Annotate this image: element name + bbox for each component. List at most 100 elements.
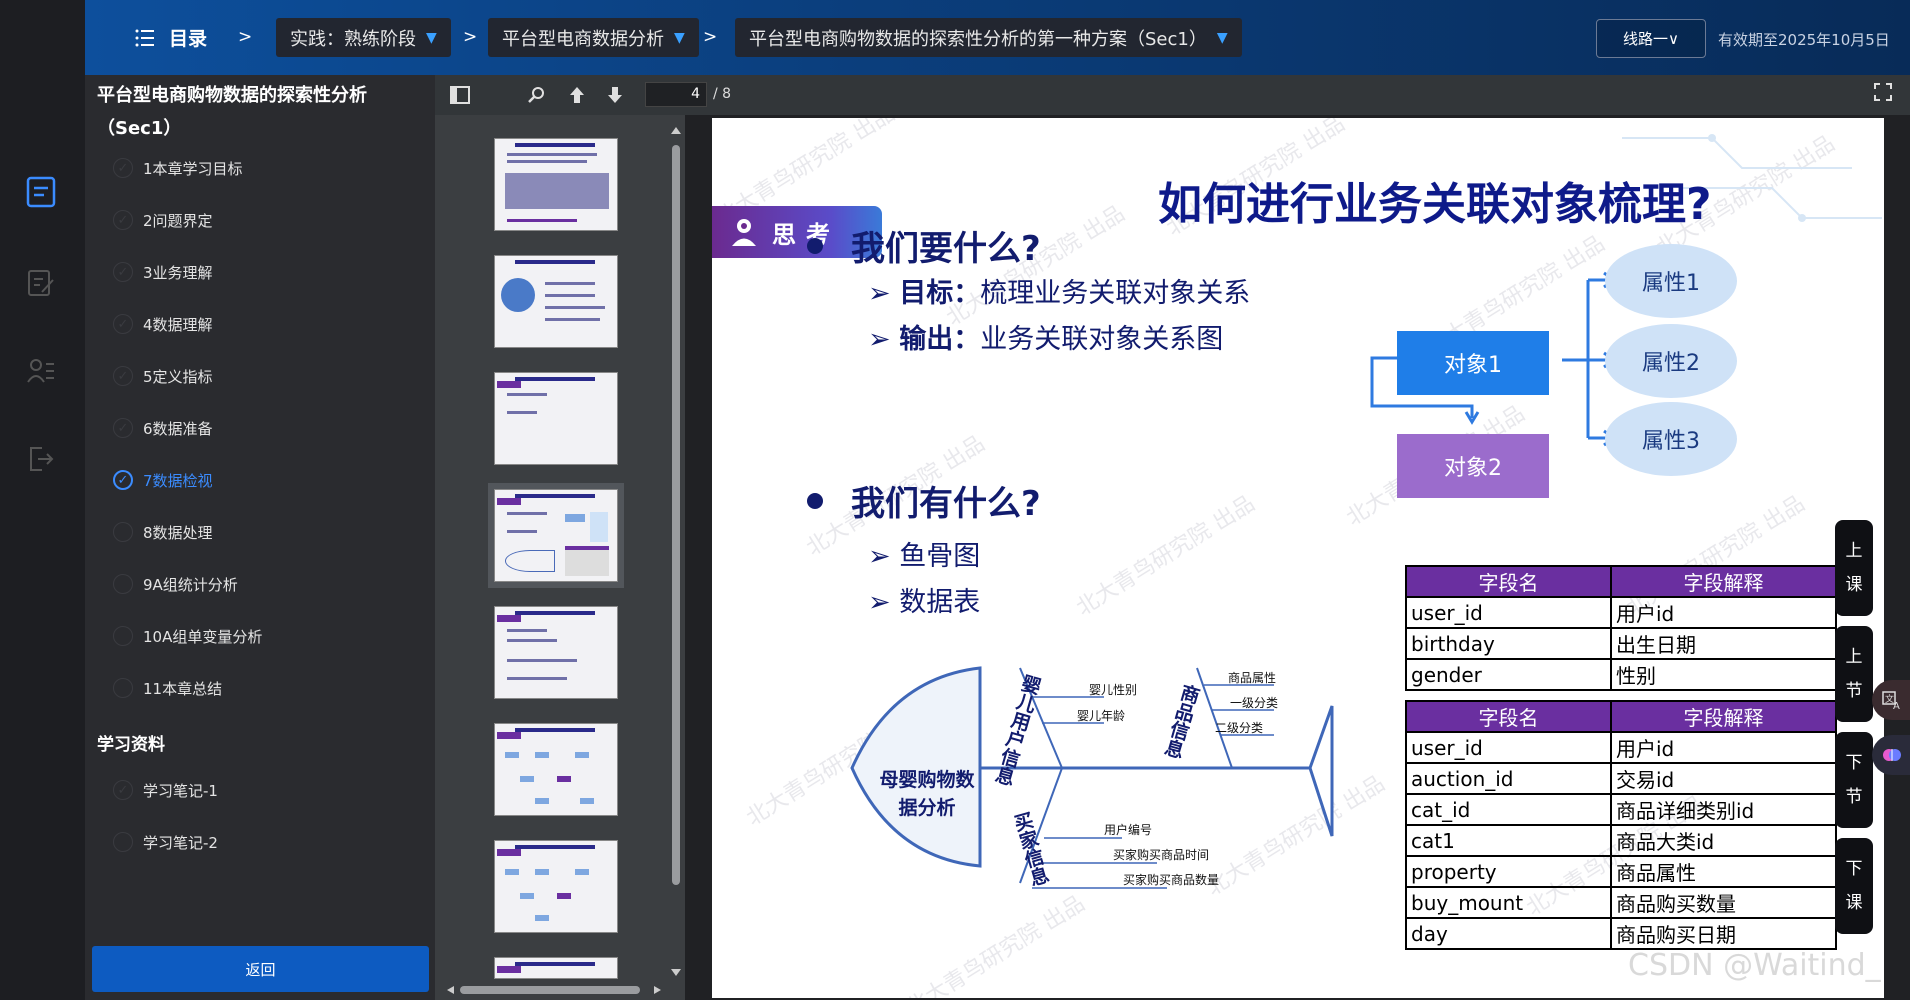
people-icon[interactable]	[24, 354, 58, 388]
have-datatable-text: 数据表	[899, 587, 981, 618]
field-name: user_id	[1405, 597, 1612, 629]
check-icon: ✓	[113, 210, 133, 230]
prev-section-button[interactable]: 上节	[1835, 626, 1873, 722]
check-icon: ✓	[113, 366, 133, 386]
thumbnail-page-5[interactable]	[494, 606, 618, 699]
breadcrumb-course[interactable]: 平台型电商数据分析 ▼	[488, 18, 699, 57]
breadcrumb-lesson[interactable]: 平台型电商购物数据的探索性分析的第一种方案（Sec1） ▼	[735, 18, 1242, 57]
thumbnail-page-3[interactable]	[494, 372, 618, 465]
fishbone-item: 婴儿年龄	[1077, 709, 1126, 723]
breadcrumb-separator: >	[703, 27, 718, 47]
prev-lesson-button[interactable]: 上课	[1835, 520, 1873, 616]
attribute-2-ellipse: 属性2	[1605, 324, 1737, 398]
page-number-input[interactable]: 4	[645, 82, 707, 107]
expiry-text: 有效期至2025年10月5日	[1718, 31, 1890, 49]
sidebar-item-notes-1[interactable]: ✓ 学习笔记-1	[113, 775, 218, 805]
goal-value: 梳理业务关联对象关系	[980, 278, 1251, 309]
sidebar-item-label: 8数据处理	[143, 523, 213, 542]
table-header: 字段名	[1405, 700, 1612, 733]
circle-icon	[113, 678, 133, 698]
thumbnail-page-1[interactable]	[494, 138, 618, 231]
field-name: user_id	[1405, 732, 1612, 764]
table-row: birthday 出生日期	[1405, 628, 1837, 660]
field-name: day	[1405, 918, 1612, 950]
table-row: cat1 商品大类id	[1405, 825, 1837, 857]
field-desc: 商品大类id	[1610, 825, 1837, 857]
previous-page-icon[interactable]	[565, 83, 589, 107]
sidebar-item-notes-2[interactable]: 学习笔记-2	[113, 827, 218, 857]
thumbnail-page-4[interactable]	[488, 483, 624, 588]
thumbnail-horizontal-scrollbar[interactable]	[445, 983, 665, 997]
check-icon: ✓	[113, 470, 133, 490]
thumbnail-page-2[interactable]	[494, 255, 618, 348]
sidebar-item-3[interactable]: ✓ 3业务理解	[113, 257, 213, 287]
table-row: user_id 用户id	[1405, 597, 1837, 629]
table-row: buy_mount 商品购买数量	[1405, 887, 1837, 919]
circle-icon	[113, 522, 133, 542]
fishbone-item: 一级分类	[1230, 696, 1279, 710]
sidebar-item-11[interactable]: 11本章总结	[113, 673, 222, 703]
fishbone-item: 买家购买商品时间	[1113, 848, 1210, 862]
check-icon: ✓	[113, 314, 133, 334]
fishbone-item: 婴儿性别	[1089, 683, 1138, 697]
toc-button[interactable]: 目录	[135, 24, 207, 51]
caret-down-icon: ▼	[1216, 29, 1228, 46]
table-row: user_id 用户id	[1405, 732, 1837, 764]
sidebar-item-5[interactable]: ✓ 5定义指标	[113, 361, 213, 391]
next-page-icon[interactable]	[603, 83, 627, 107]
sidebar-item-2[interactable]: ✓ 2问题界定	[113, 205, 213, 235]
thinking-person-icon	[732, 219, 756, 246]
toc-label: 目录	[169, 28, 208, 50]
scroll-down-icon[interactable]	[670, 968, 682, 978]
document-icon[interactable]	[24, 175, 58, 209]
ai-brain-icon[interactable]	[1872, 735, 1910, 775]
sidebar-item-label: 10A组单变量分析	[143, 627, 263, 646]
attribute-1-ellipse: 属性1	[1605, 244, 1737, 318]
next-section-button[interactable]: 下节	[1835, 732, 1873, 828]
sidebar-toggle-icon[interactable]	[448, 83, 472, 107]
sidebar-item-1[interactable]: ✓ 1本章学习目标	[113, 153, 243, 183]
sidebar-item-label: 1本章学习目标	[143, 159, 243, 178]
thumbnail-pane	[435, 115, 685, 1000]
field-desc: 用户id	[1610, 597, 1837, 629]
list-icon	[135, 29, 154, 46]
thumbnail-page-8[interactable]	[494, 957, 618, 979]
thumbnail-vertical-scrollbar[interactable]	[670, 125, 682, 980]
back-button[interactable]: 返回	[92, 946, 429, 992]
field-desc: 出生日期	[1610, 628, 1837, 660]
field-name: birthday	[1405, 628, 1612, 660]
field-desc: 用户id	[1610, 732, 1837, 764]
breadcrumb-stage[interactable]: 实践：熟练阶段 ▼	[276, 18, 451, 57]
thumbnail-page-7[interactable]	[494, 840, 618, 933]
field-name: property	[1405, 856, 1612, 888]
sidebar-item-10[interactable]: 10A组单变量分析	[113, 621, 262, 651]
sidebar-item-8[interactable]: 8数据处理	[113, 517, 213, 547]
sidebar-item-4[interactable]: ✓ 4数据理解	[113, 309, 213, 339]
next-lesson-button[interactable]: 下课	[1835, 838, 1873, 934]
have-datatable: ➢ 数据表	[868, 587, 981, 618]
output-value: 业务关联对象关系图	[980, 324, 1224, 355]
slide-page: 北大青鸟研究院 出品 北大青鸟研究院 出品 北大青鸟研究院 出品 北大青鸟研究院…	[712, 118, 1884, 998]
goal-line: ➢ 目标：梳理业务关联对象关系	[868, 278, 1251, 309]
scroll-left-icon[interactable]	[445, 985, 455, 995]
user-field-table: 字段名 字段解释 user_id 用户id birthday 出生日期 gender 性…	[1405, 565, 1837, 691]
scroll-up-icon[interactable]	[670, 125, 682, 135]
chapter-sidebar: 平台型电商购物数据的探索性分析（Sec1） ✓ 1本章学习目标 ✓ 2问题界定 ✓ 3…	[85, 75, 435, 1000]
fullscreen-icon[interactable]	[1874, 83, 1892, 106]
check-icon: ✓	[113, 262, 133, 282]
sidebar-item-9[interactable]: 9A组统计分析	[113, 569, 238, 599]
icon-rail	[0, 0, 85, 1000]
sidebar-item-6[interactable]: ✓ 6数据准备	[113, 413, 213, 443]
table-row: cat_id 商品详细类别id	[1405, 794, 1837, 826]
search-icon[interactable]	[525, 83, 549, 107]
scroll-right-icon[interactable]	[653, 985, 663, 995]
notes-edit-icon[interactable]	[24, 266, 58, 300]
question-want: 我们要什么?	[807, 221, 1041, 270]
thumbnail-page-6[interactable]	[494, 723, 618, 816]
exit-icon[interactable]	[24, 442, 58, 476]
sidebar-item-7[interactable]: ✓ 7数据检视	[113, 465, 213, 495]
output-key: 输出：	[899, 324, 981, 355]
translate-icon[interactable]: 文A	[1872, 680, 1910, 720]
line-select[interactable]: 线路一∨	[1596, 19, 1706, 58]
circle-icon	[113, 574, 133, 594]
